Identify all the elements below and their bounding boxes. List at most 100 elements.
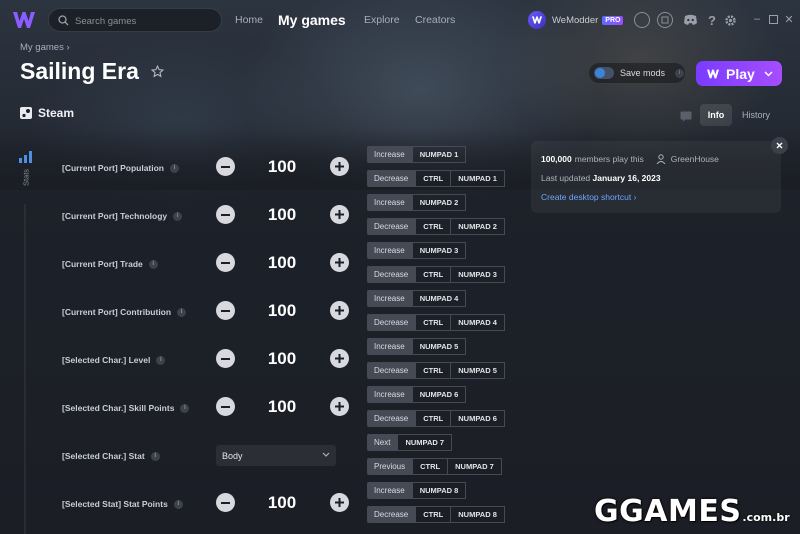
stat-dropdown[interactable]: Body bbox=[216, 445, 336, 466]
hotkey-key: NUMPAD 2 bbox=[451, 218, 505, 235]
maximize-icon[interactable] bbox=[766, 12, 780, 26]
cheat-value[interactable]: 100 bbox=[252, 157, 312, 177]
hotkey-key: CTRL bbox=[415, 314, 452, 331]
hotkey-chip[interactable]: Decrease CTRL NUMPAD 1 bbox=[367, 170, 505, 187]
close-icon[interactable] bbox=[771, 137, 788, 154]
create-shortcut-link[interactable]: Create desktop shortcut › bbox=[541, 192, 636, 202]
cheat-name: [Selected Stat] Stat Points i bbox=[62, 499, 183, 510]
hotkey-key: NUMPAD 6 bbox=[411, 386, 467, 403]
hotkey-chip[interactable]: Decrease CTRL NUMPAD 4 bbox=[367, 314, 505, 331]
search-input[interactable] bbox=[75, 12, 215, 30]
cheat-info-icon[interactable]: i bbox=[148, 260, 158, 270]
decrease-button[interactable] bbox=[216, 349, 235, 368]
save-mods-toggle[interactable]: Save mods i bbox=[588, 62, 686, 84]
cheat-name: [Current Port] Technology i bbox=[62, 211, 183, 222]
nav-creators[interactable]: Creators bbox=[415, 0, 455, 40]
wemod-logo[interactable] bbox=[12, 9, 36, 31]
cheat-info-icon[interactable]: i bbox=[170, 164, 179, 174]
save-mods-info-icon[interactable]: i bbox=[675, 68, 685, 78]
increase-button[interactable] bbox=[330, 157, 349, 176]
cheat-row: [Selected Char.] Level i 100 bbox=[0, 335, 360, 383]
cheat-info-icon[interactable]: i bbox=[173, 500, 183, 510]
chevron-down-icon[interactable] bbox=[764, 70, 773, 77]
hotkey-key: CTRL bbox=[415, 266, 452, 283]
hotkey-chip[interactable]: Increase NUMPAD 8 bbox=[367, 482, 467, 499]
cheat-info-icon[interactable]: i bbox=[156, 356, 166, 366]
stat-dropdown-value: Body bbox=[222, 450, 243, 461]
author[interactable]: GreenHouse bbox=[656, 154, 719, 164]
hotkey-chip[interactable]: Increase NUMPAD 5 bbox=[367, 338, 467, 355]
nav-home[interactable]: Home bbox=[235, 0, 263, 40]
hotkey-action: Increase bbox=[367, 194, 412, 211]
play-button[interactable]: Play bbox=[696, 61, 782, 86]
cheat-value[interactable]: 100 bbox=[252, 205, 312, 225]
cheat-info-icon[interactable]: i bbox=[180, 404, 190, 414]
hotkey-key: CTRL bbox=[415, 218, 452, 235]
decrease-button[interactable] bbox=[216, 205, 235, 224]
increase-button[interactable] bbox=[330, 253, 349, 272]
hotkey-action: Increase bbox=[367, 290, 412, 307]
hotkey-chip[interactable]: Decrease CTRL NUMPAD 3 bbox=[367, 266, 505, 283]
settings-gear-icon[interactable] bbox=[722, 12, 738, 28]
minimize-icon[interactable]: – bbox=[750, 12, 764, 26]
decrease-button[interactable] bbox=[216, 157, 235, 176]
increase-button[interactable] bbox=[330, 349, 349, 368]
hotkey-chip[interactable]: Increase NUMPAD 2 bbox=[367, 194, 467, 211]
players-line: 100,000 members play this GreenHouse bbox=[541, 154, 719, 164]
cheat-row: [Current Port] Contribution i 100 bbox=[0, 287, 360, 335]
tab-info[interactable]: Info bbox=[700, 104, 732, 126]
search-box[interactable] bbox=[48, 8, 222, 32]
tab-history[interactable]: History bbox=[736, 104, 776, 126]
decrease-button[interactable] bbox=[216, 301, 235, 320]
favorite-star-icon[interactable] bbox=[150, 64, 165, 83]
nav-explore[interactable]: Explore bbox=[364, 0, 400, 40]
cheat-name: [Current Port] Population i bbox=[62, 163, 179, 174]
hotkey-chip[interactable]: Increase NUMPAD 1 bbox=[367, 146, 467, 163]
cheat-value[interactable]: 100 bbox=[252, 253, 312, 273]
discord-icon[interactable] bbox=[682, 12, 698, 28]
notifications-icon[interactable] bbox=[657, 12, 673, 28]
author-name: GreenHouse bbox=[670, 154, 719, 164]
nav-my-games[interactable]: My games bbox=[278, 0, 346, 40]
watermark-logo: GGAMES .com.br bbox=[594, 494, 790, 529]
hotkey-chip[interactable]: Decrease CTRL NUMPAD 2 bbox=[367, 218, 505, 235]
page-title: Sailing Era bbox=[20, 58, 139, 84]
cheat-value[interactable]: 100 bbox=[252, 301, 312, 321]
hotkey-key: CTRL bbox=[415, 410, 452, 427]
cheat-info-icon[interactable]: i bbox=[173, 212, 183, 222]
increase-button[interactable] bbox=[330, 301, 349, 320]
hotkey-chip[interactable]: Increase NUMPAD 4 bbox=[367, 290, 467, 307]
increase-button[interactable] bbox=[330, 205, 349, 224]
platform-selector[interactable]: Steam bbox=[20, 106, 74, 120]
hotkey-chip[interactable]: Increase NUMPAD 3 bbox=[367, 242, 467, 259]
hotkey-chip[interactable]: Decrease CTRL NUMPAD 8 bbox=[367, 506, 505, 523]
hotkey-chip[interactable]: Next NUMPAD 7 bbox=[367, 434, 453, 451]
increase-button[interactable] bbox=[330, 493, 349, 512]
cheat-value[interactable]: 100 bbox=[252, 349, 312, 369]
hotkey-key: NUMPAD 1 bbox=[411, 146, 467, 163]
help-icon[interactable]: ? bbox=[704, 12, 720, 28]
hotkey-chip[interactable]: Decrease CTRL NUMPAD 5 bbox=[367, 362, 505, 379]
hotkey-chip[interactable]: Increase NUMPAD 6 bbox=[367, 386, 467, 403]
cheat-value[interactable]: 100 bbox=[252, 493, 312, 513]
hotkey-key: NUMPAD 2 bbox=[411, 194, 467, 211]
decrease-button[interactable] bbox=[216, 253, 235, 272]
increase-button[interactable] bbox=[330, 397, 349, 416]
hotkey-chip[interactable]: Previous CTRL NUMPAD 7 bbox=[367, 458, 502, 475]
save-mods-switch[interactable] bbox=[594, 67, 614, 79]
account-menu[interactable]: WeModder PRO bbox=[528, 10, 624, 30]
achievements-icon[interactable] bbox=[634, 12, 650, 28]
decrease-button[interactable] bbox=[216, 493, 235, 512]
hotkey-chip[interactable]: Decrease CTRL NUMPAD 6 bbox=[367, 410, 505, 427]
close-window-icon[interactable]: ✕ bbox=[782, 12, 796, 26]
cheat-info-icon[interactable]: i bbox=[177, 308, 187, 318]
hotkey-action: Decrease bbox=[367, 506, 416, 523]
hotkey-key: NUMPAD 3 bbox=[451, 266, 505, 283]
cheat-value[interactable]: 100 bbox=[252, 397, 312, 417]
cheat-info-icon[interactable]: i bbox=[150, 452, 160, 462]
user-icon bbox=[656, 154, 666, 164]
save-mods-label: Save mods bbox=[620, 68, 666, 78]
breadcrumb[interactable]: My games › bbox=[20, 42, 70, 53]
chat-icon[interactable] bbox=[680, 109, 692, 127]
decrease-button[interactable] bbox=[216, 397, 235, 416]
